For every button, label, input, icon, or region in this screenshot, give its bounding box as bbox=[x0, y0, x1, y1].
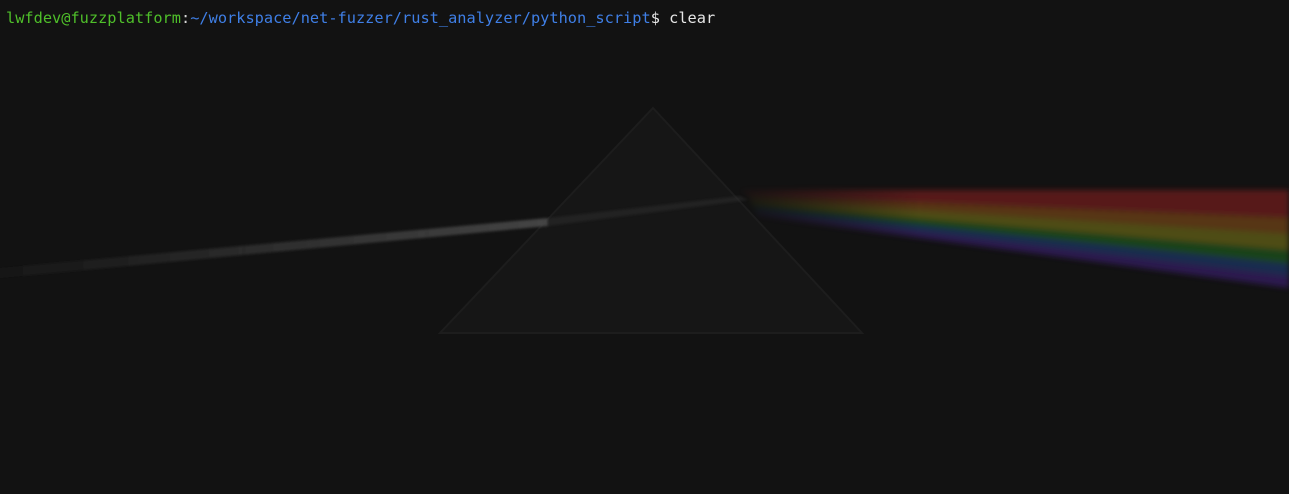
prompt-symbol: $ bbox=[650, 9, 670, 27]
command-text[interactable]: clear bbox=[669, 9, 715, 27]
prompt-separator: : bbox=[180, 9, 191, 27]
light-beam bbox=[0, 218, 548, 278]
prompt-path: ~/workspace/net-fuzzer/rust_analyzer/pyt… bbox=[190, 9, 651, 27]
terminal-window[interactable]: lwfdev@fuzzplatform:~/workspace/net-fuzz… bbox=[0, 0, 1289, 494]
prompt-user-host: lwfdev@fuzzplatform bbox=[6, 9, 181, 27]
prism-spectrum-icon bbox=[0, 106, 1289, 334]
prompt-line[interactable]: lwfdev@fuzzplatform:~/workspace/net-fuzz… bbox=[6, 8, 715, 28]
